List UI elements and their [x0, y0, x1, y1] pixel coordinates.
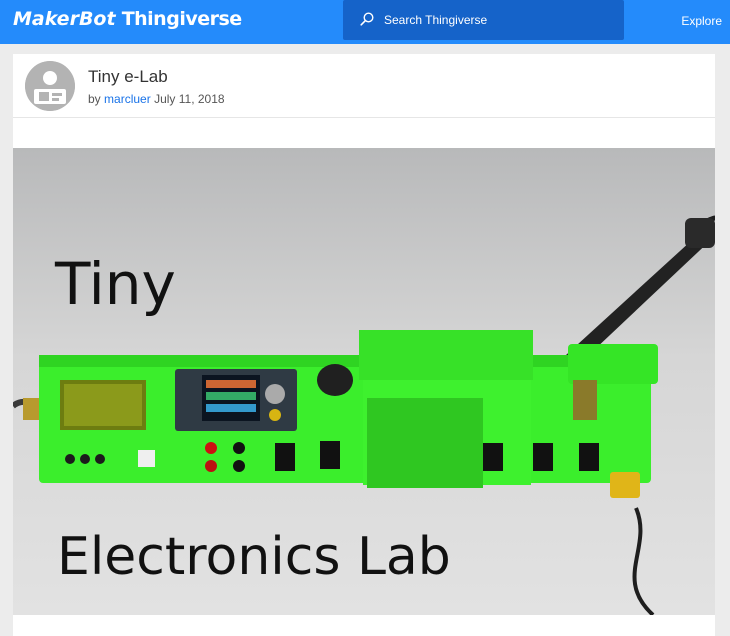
thing-byline: by marcluer July 11, 2018: [88, 92, 225, 106]
top-navigation-bar: MakerBot Thingiverse Search Thingiverse …: [0, 0, 730, 44]
photo-caption-top: Tiny: [54, 250, 176, 318]
logo-thingiverse: Thingiverse: [121, 8, 242, 30]
default-avatar-icon: [25, 61, 75, 111]
search-icon: [360, 12, 374, 26]
thingiverse-logo[interactable]: MakerBot Thingiverse: [13, 8, 242, 32]
logo-makerbot: MakerBot: [13, 8, 116, 30]
thing-card: Tiny e-Lab by marcluer July 11, 2018 Tin…: [13, 54, 715, 636]
tiny-elab-photo: Tiny Electronics Lab: [13, 148, 715, 615]
explore-link[interactable]: Explore: [681, 14, 722, 28]
thing-header: Tiny e-Lab by marcluer July 11, 2018: [13, 54, 715, 118]
author-link[interactable]: marcluer: [104, 92, 151, 106]
byline-prefix: by: [88, 92, 101, 106]
search-placeholder: Search Thingiverse: [384, 13, 488, 27]
photo-caption-bottom: Electronics Lab: [57, 527, 451, 587]
thing-title: Tiny e-Lab: [88, 67, 168, 86]
publish-date: July 11, 2018: [154, 92, 225, 106]
thing-main-photo[interactable]: Tiny Electronics Lab: [13, 148, 715, 615]
search-box[interactable]: Search Thingiverse: [343, 0, 624, 40]
author-avatar[interactable]: [25, 61, 75, 111]
